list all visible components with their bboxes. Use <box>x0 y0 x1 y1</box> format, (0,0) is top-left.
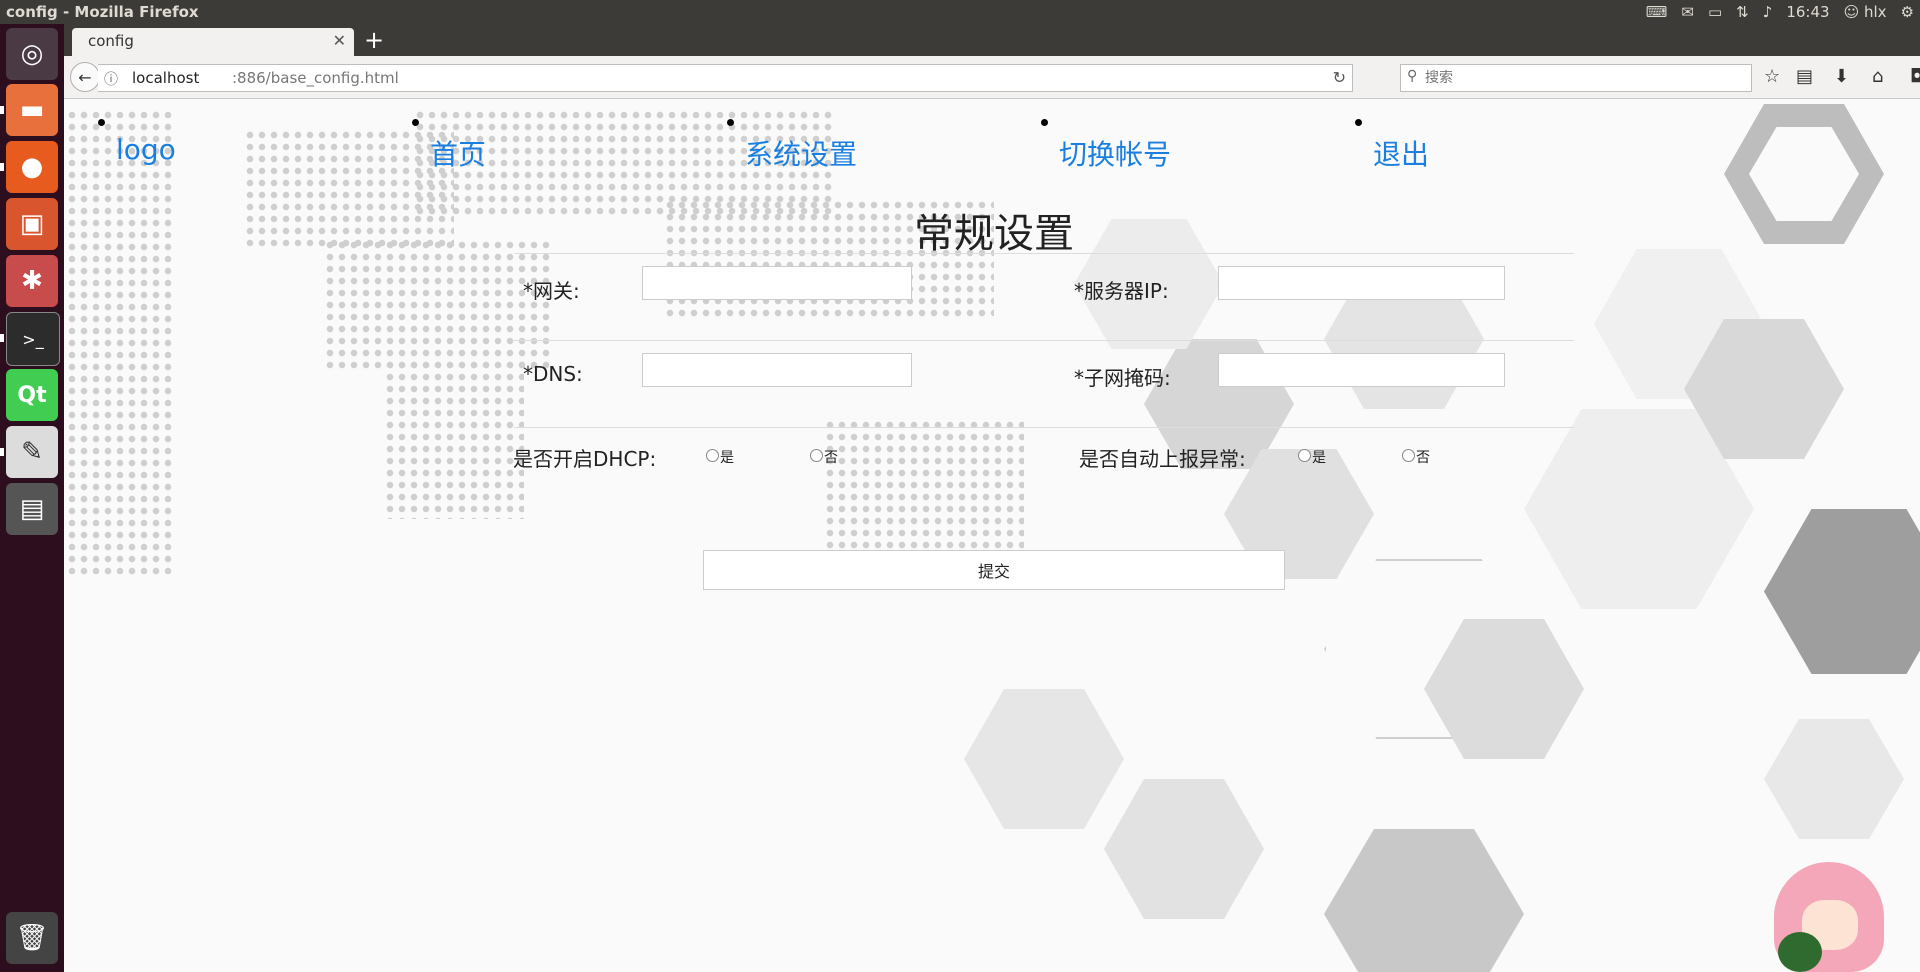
hexagon-decoration <box>1764 719 1904 839</box>
server-ip-input[interactable] <box>1218 266 1505 300</box>
tab-bar: config ✕ + <box>64 24 1920 56</box>
reload-icon[interactable]: ↻ <box>1333 68 1346 87</box>
bullet <box>727 119 734 126</box>
trash-icon[interactable]: 🗑 <box>6 912 58 964</box>
map-dots <box>824 419 1024 569</box>
auto-report-yes-label: 是 <box>1312 450 1326 466</box>
text-editor-icon[interactable]: ✎ <box>6 426 58 478</box>
keyboard-icon[interactable]: ⌨ <box>1646 3 1668 21</box>
map-dots <box>66 109 172 579</box>
map-dots <box>324 239 554 369</box>
qt-creator-icon[interactable]: Qt <box>6 369 58 421</box>
gateway-input[interactable] <box>642 266 912 300</box>
top-panel: config - Mozilla Firefox ⌨ ✉ ▭ ⇅ ♪ 16:43… <box>0 0 1920 24</box>
hexagon-decoration <box>1764 509 1920 674</box>
window-title: config - Mozilla Firefox <box>6 3 199 21</box>
nav-logout[interactable]: 退出 <box>1373 133 1429 173</box>
launcher: ◎ ▬ ● ▣ ✱ >_ Qt ✎ ▤ 🗑 <box>0 24 64 972</box>
url-path: :886/base_config.html <box>232 69 399 87</box>
files-icon[interactable]: ▬ <box>6 84 58 136</box>
auto-report-label: 是否自动上报异常: <box>1079 447 1246 471</box>
pocket-icon[interactable]: ◘ <box>1910 66 1920 87</box>
bullet <box>1041 119 1048 126</box>
clock[interactable]: 16:43 <box>1786 3 1829 21</box>
dhcp-yes-label: 是 <box>720 450 734 466</box>
home-icon[interactable]: ⌂ <box>1872 66 1883 87</box>
new-tab-button[interactable]: + <box>364 26 384 54</box>
navigation-toolbar: ← ⓘ localhost :886/base_config.html ↻ ⚲ … <box>64 56 1920 99</box>
reading-list-icon[interactable]: ▤ <box>1796 66 1813 87</box>
tab-config[interactable]: config ✕ <box>72 28 354 56</box>
bullet <box>412 119 419 126</box>
nav-home[interactable]: 首页 <box>430 133 486 173</box>
top-nav: logo 首页 系统设置 切换帐号 退出 <box>64 99 1484 179</box>
dns-input[interactable] <box>642 353 912 387</box>
map-dots <box>384 359 524 519</box>
system-settings-icon[interactable]: ✱ <box>6 255 58 307</box>
workspace-switcher-icon[interactable]: ▤ <box>6 483 58 535</box>
auto-report-yes-radio[interactable] <box>1298 449 1311 462</box>
volume-icon[interactable]: ♪ <box>1763 3 1773 21</box>
hexagon-decoration <box>1104 779 1264 919</box>
running-indicator <box>0 448 4 456</box>
dhcp-yes-radio[interactable] <box>706 449 719 462</box>
watermelon-icon <box>1778 932 1822 972</box>
search-icon: ⚲ <box>1407 68 1418 84</box>
mail-icon[interactable]: ✉ <box>1681 3 1694 21</box>
auto-report-no-radio[interactable] <box>1402 449 1415 462</box>
indicator-area: ⌨ ✉ ▭ ⇅ ♪ 16:43 ☺ hlx ⚙ <box>1646 3 1914 21</box>
divider <box>514 253 1574 254</box>
bookmark-star-icon[interactable]: ☆ <box>1764 66 1780 87</box>
back-button[interactable]: ← <box>70 62 100 92</box>
browser-window: config ✕ + ← ⓘ localhost :886/base_confi… <box>64 24 1920 972</box>
battery-icon[interactable]: ▭ <box>1708 3 1722 21</box>
ubuntu-dash-icon[interactable]: ◎ <box>6 28 58 80</box>
ime-mascot[interactable] <box>1774 862 1884 972</box>
dns-label: *DNS: <box>523 362 583 386</box>
gear-icon[interactable]: ⚙ <box>1901 3 1914 21</box>
dhcp-label: 是否开启DHCP: <box>513 447 657 471</box>
network-icon[interactable]: ⇅ <box>1736 3 1749 21</box>
server-ip-label: *服务器IP: <box>1074 279 1169 303</box>
running-indicator <box>0 163 4 171</box>
running-indicator <box>0 334 4 342</box>
info-icon[interactable]: ⓘ <box>104 69 118 89</box>
url-host: localhost <box>132 69 200 87</box>
user-icon: ☺ <box>1843 3 1860 21</box>
nav-logo[interactable]: logo <box>116 133 176 166</box>
firefox-icon[interactable]: ● <box>6 141 58 193</box>
page-content: logo 首页 系统设置 切换帐号 退出 常规设置 *网关: *服务器IP: *… <box>64 99 1920 972</box>
submit-button[interactable]: 提交 <box>703 550 1285 590</box>
nav-switch-account[interactable]: 切换帐号 <box>1059 133 1171 173</box>
download-icon[interactable]: ⬇ <box>1834 66 1849 87</box>
dhcp-no-radio[interactable] <box>810 449 823 462</box>
close-icon[interactable]: ✕ <box>333 31 346 50</box>
gateway-label: *网关: <box>523 279 580 303</box>
page-title: 常规设置 <box>914 211 1074 257</box>
divider <box>514 340 1574 341</box>
hexagon-decoration <box>964 689 1124 829</box>
subnet-mask-label: *子网掩码: <box>1074 366 1171 390</box>
divider <box>514 427 1574 428</box>
bullet <box>1355 119 1362 126</box>
dhcp-no-label: 否 <box>824 450 838 466</box>
arrow-left-icon: ← <box>78 67 92 87</box>
user-menu[interactable]: ☺ hlx <box>1844 3 1887 21</box>
search-bar[interactable]: ⚲ <box>1400 64 1752 92</box>
user-name: hlx <box>1863 3 1887 21</box>
hexagon-decoration <box>1324 829 1524 972</box>
tab-title: config <box>88 32 134 50</box>
nav-system-settings[interactable]: 系统设置 <box>745 133 857 173</box>
subnet-mask-input[interactable] <box>1218 353 1505 387</box>
software-center-icon[interactable]: ▣ <box>6 198 58 250</box>
terminal-icon[interactable]: >_ <box>6 312 60 366</box>
search-input[interactable] <box>1423 67 1747 89</box>
running-indicator <box>0 106 4 114</box>
auto-report-no-label: 否 <box>1416 450 1430 466</box>
bullet <box>98 119 105 126</box>
url-bar[interactable]: ⓘ localhost :886/base_config.html ↻ <box>98 64 1353 92</box>
